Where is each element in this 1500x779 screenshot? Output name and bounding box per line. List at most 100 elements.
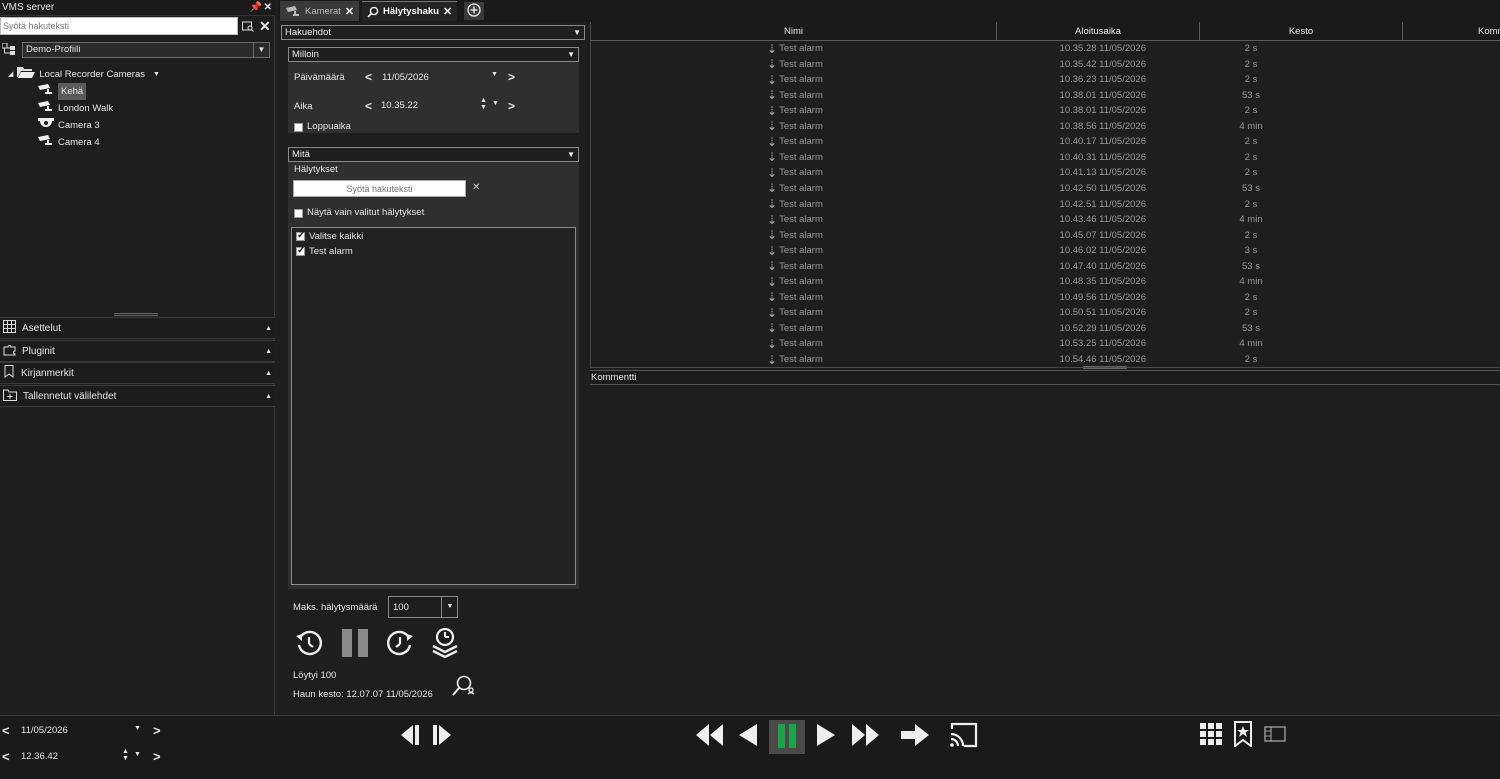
chevron-down-icon[interactable]: ▼ [134,725,141,732]
table-row[interactable]: ⇣ Test alarm 10.36.23 11/05/2026 2 s [591,73,1500,89]
table-row[interactable]: ⇣ Test alarm 10.40.31 11/05/2026 2 s [591,151,1500,167]
tree-root[interactable]: ◢ Local Recorder Cameras ▼ [8,66,160,83]
frame-step-button[interactable] [398,720,458,752]
chevron-down-icon[interactable]: ▼ [153,66,160,83]
list-item[interactable]: Valitse kaikki [296,230,363,242]
chevron-down-icon[interactable]: ▼ [134,751,141,758]
next-date-icon[interactable]: > [153,723,161,738]
clear-icon[interactable]: ✕ [259,18,271,35]
pause-playback-button[interactable] [769,720,805,754]
stepper-icon[interactable]: ▲ ▼ [122,748,129,762]
table-row[interactable]: ⇣ Test alarm 10.48.35 11/05/2026 4 min [591,275,1500,291]
add-tab-button[interactable] [464,2,484,20]
pin-icon[interactable]: 📌 [250,0,262,15]
table-row[interactable]: ⇣ Test alarm 10.38.56 11/05/2026 4 min [591,120,1500,136]
alarm-checkbox[interactable] [296,245,305,256]
end-time-checkbox[interactable] [294,122,303,132]
pause-button[interactable] [339,628,371,660]
chevron-down-icon[interactable]: ▼ [491,71,498,78]
fast-rewind-button[interactable] [692,720,726,752]
alarm-search-input[interactable] [293,180,466,197]
column-header[interactable]: Komm [1403,22,1500,41]
tree-item-camera[interactable]: Camera 4 [38,134,100,151]
search-input[interactable] [0,17,238,35]
close-icon[interactable]: ✕ [264,0,272,15]
table-row[interactable]: ⇣ Test alarm 10.43.46 11/05/2026 4 min [591,213,1500,229]
play-backward-button[interactable] [735,720,761,752]
folder-search-icon[interactable] [242,20,254,35]
prev-time-icon[interactable]: < [2,749,10,764]
table-row[interactable]: ⇣ Test alarm 10.50.51 11/05/2026 2 s [591,306,1500,322]
bottom-time[interactable]: 12.36.42 [21,751,58,762]
close-icon[interactable]: ✕ [443,5,452,18]
accordion-layouts[interactable]: Asettelut ▲ [0,317,275,339]
comment-panel-header: Kommentti [590,370,1500,385]
column-header[interactable]: Aloitusaika [997,22,1200,41]
table-row[interactable]: ⇣ Test alarm 10.53.25 11/05/2026 4 min [591,337,1500,353]
table-row[interactable]: ⇣ Test alarm 10.38.01 11/05/2026 2 s [591,104,1500,120]
criteria-header[interactable]: Hakuehdot ▼ [281,25,585,40]
table-row[interactable]: ⇣ Test alarm 10.52.29 11/05/2026 53 s [591,322,1500,338]
table-row[interactable]: ⇣ Test alarm 10.54.46 11/05/2026 2 s [591,353,1500,369]
found-count: Löytyi 100 [293,670,337,681]
select-all-checkbox[interactable] [296,230,305,241]
bottom-date[interactable]: 11/05/2026 [21,725,68,736]
max-count-select[interactable]: 100 ▼ [388,596,458,618]
search-forward-button[interactable] [384,628,416,660]
table-row[interactable]: ⇣ Test alarm 10.41.13 11/05/2026 2 s [591,166,1500,182]
profile-select[interactable]: Demo-Profiili ▼ [22,42,270,58]
start-time-cell: 10.54.46 11/05/2026 [1059,354,1146,365]
tab-kamerat[interactable]: Kamerat ✕ [280,1,360,21]
prev-date-icon[interactable]: < [365,70,372,84]
stepper-icon[interactable]: ▲ ▼ [480,97,487,111]
when-header[interactable]: Milloin ▼ [288,47,579,62]
what-header[interactable]: Mitä ▼ [288,147,579,162]
prev-time-icon[interactable]: < [365,99,372,113]
table-row[interactable]: ⇣ Test alarm 10.42.51 11/05/2026 2 s [591,198,1500,214]
expand-icon[interactable]: ◢ [8,66,13,83]
chevron-down-icon[interactable]: ▼ [492,100,499,107]
table-row[interactable]: ⇣ Test alarm 10.45.07 11/05/2026 2 s [591,229,1500,245]
only-selected-checkbox[interactable] [294,208,303,218]
tree-item-camera[interactable]: Kehä [38,83,87,100]
accordion-bookmarks[interactable]: Kirjanmerkit ▲ [0,362,275,384]
table-row[interactable]: ⇣ Test alarm 10.38.01 11/05/2026 53 s [591,89,1500,105]
table-row[interactable]: ⇣ Test alarm 10.49.56 11/05/2026 2 s [591,291,1500,307]
next-time-icon[interactable]: > [153,749,161,764]
table-row[interactable]: ⇣ Test alarm 10.46.02 11/05/2026 3 s [591,244,1500,260]
accordion-plugins[interactable]: Pluginit ▲ [0,340,275,362]
splitter-handle[interactable] [1083,366,1127,369]
time-value[interactable]: 10.35.22 [381,100,418,111]
next-time-icon[interactable]: > [508,99,515,113]
table-row[interactable]: ⇣ Test alarm 10.40.17 11/05/2026 2 s [591,135,1500,151]
close-icon[interactable]: ✕ [345,5,354,18]
table-row[interactable]: ⇣ Test alarm 10.35.28 11/05/2026 2 s [591,42,1500,58]
next-date-icon[interactable]: > [508,70,515,84]
accordion-saved-tabs[interactable]: Tallennetut välilehdet ▲ [0,385,275,407]
go-live-button[interactable] [898,720,932,752]
date-value[interactable]: 11/05/2026 [382,72,429,83]
column-header[interactable]: Nimi [591,22,997,41]
table-row[interactable]: ⇣ Test alarm 10.42.50 11/05/2026 53 s [591,182,1500,198]
play-forward-button[interactable] [813,720,839,752]
tree-item-camera[interactable]: Camera 3 [38,117,100,134]
list-item[interactable]: Test alarm [296,245,353,257]
person-search-icon[interactable] [451,675,475,700]
start-time-cell: 10.41.13 11/05/2026 [1059,167,1146,179]
add-bookmark-button[interactable] [1231,720,1255,750]
prev-date-icon[interactable]: < [2,723,10,738]
table-row[interactable]: ⇣ Test alarm 10.47.40 11/05/2026 53 s [591,260,1500,276]
tree-item-camera[interactable]: London Walk [38,100,113,117]
table-row[interactable]: ⇣ Test alarm 10.35.42 11/05/2026 2 s [591,58,1500,74]
splitter-handle[interactable] [114,313,158,316]
timeline-toggle-button[interactable] [1263,720,1287,750]
search-backward-button[interactable] [293,628,325,660]
tab-halytyshaku[interactable]: Hälytyshaku ✕ [362,1,458,21]
clear-icon[interactable]: ✕ [472,182,480,193]
cast-button[interactable] [946,720,980,752]
alarm-name: Test alarm [779,276,823,288]
layout-grid-button[interactable] [1199,720,1223,750]
search-down-button[interactable] [429,627,461,660]
column-header[interactable]: Kesto [1200,22,1403,41]
fast-forward-button[interactable] [849,720,883,752]
